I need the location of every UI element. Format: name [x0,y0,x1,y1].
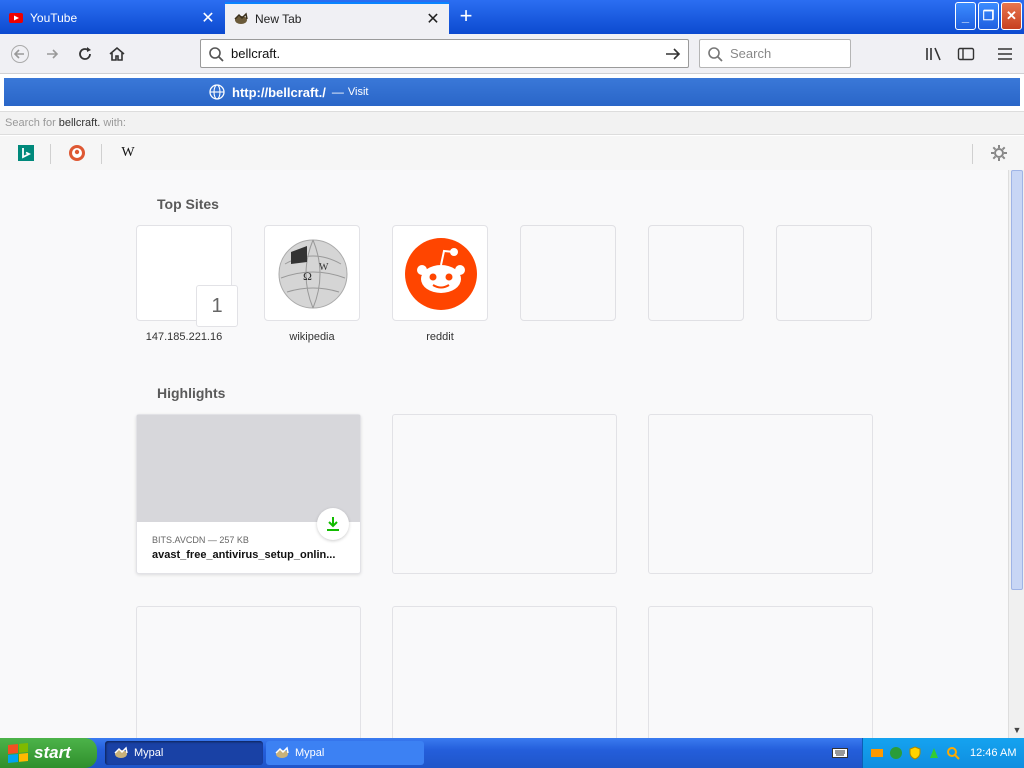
system-tray: 12:46 AM [862,738,1024,768]
empty-tile [776,225,872,321]
search-for-suffix: with: [103,117,126,129]
minimize-button[interactable]: _ [955,2,976,30]
highlights-title: Highlights [157,385,226,401]
suggestion-action: Visit [347,86,369,98]
restore-button[interactable]: ❐ [978,2,999,30]
empty-tile [520,225,616,321]
scrollbar-thumb[interactable] [1011,170,1023,590]
sidebar-icon[interactable] [952,40,980,68]
shield-icon[interactable] [907,745,923,761]
highlight-host: BITS.AVCDN — 257 KB [152,535,249,545]
globe-icon [208,83,226,101]
taskbar: start Mypal Mypal 12:46 AM [0,738,1024,768]
empty-highlight [648,414,873,574]
tab-title: YouTube [30,11,78,25]
reload-icon[interactable] [71,40,99,68]
suggestion-separator: — [331,85,344,99]
close-icon[interactable]: ✕ [423,9,443,29]
taskbar-item[interactable]: Mypal [105,741,263,765]
forward-icon[interactable] [38,40,66,68]
mypal-icon [233,11,249,27]
tile-rank: 1 [196,285,238,327]
empty-highlight [648,606,873,738]
top-sites-title: Top Sites [157,196,219,212]
divider [50,144,51,164]
scroll-down-icon[interactable]: ▼ [1010,722,1024,738]
search-for-row: Search for bellcraft. with: [0,111,1024,135]
search-box[interactable]: Search [699,39,851,68]
autocomplete-popup: http://bellcraft./ — Visit Search for be… [0,75,1024,170]
taskbar-item[interactable]: Mypal [266,741,424,765]
taskbar-item-label: Mypal [295,747,325,759]
back-icon[interactable] [6,40,34,68]
vertical-scrollbar[interactable]: ▼ [1008,170,1024,738]
mypal-icon [113,745,129,761]
globe-icon[interactable] [888,745,904,761]
highlight-card[interactable]: BITS.AVCDN — 257 KB avast_free_antivirus… [136,414,361,574]
tab-title: New Tab [255,12,302,26]
svg-text:W: W [319,262,329,273]
home-icon[interactable] [103,40,131,68]
empty-highlight [392,606,617,738]
empty-tile [648,225,744,321]
tile-label: 147.185.221.16 [145,331,223,343]
highlight-name: avast_free_antivirus_setup_onlin... [152,549,336,561]
start-button[interactable]: start [0,738,97,768]
suggestion-url: http://bellcraft./ [232,84,326,100]
library-icon[interactable] [920,40,948,68]
gear-icon[interactable] [987,142,1011,164]
one-off-search-engines: W [0,136,1024,170]
empty-highlight [392,414,617,574]
menu-icon[interactable] [991,40,1019,68]
tab-strip: YouTube ✕ New Tab ✕ + _ ❐ ✕ [0,0,1024,34]
search-icon [700,46,730,62]
bing-icon[interactable] [14,142,38,164]
duckduckgo-icon[interactable] [65,142,89,164]
window-controls: _ ❐ ✕ [955,2,1022,30]
search-icon [201,46,231,62]
network-icon[interactable] [869,745,885,761]
download-icon [317,508,349,540]
close-window-button[interactable]: ✕ [1001,2,1022,30]
clock: 12:46 AM [970,747,1017,759]
wikipedia-globe-icon: ΩW [277,238,349,313]
tab-new-tab[interactable]: New Tab ✕ [225,2,449,34]
youtube-icon [8,10,24,26]
search-icon[interactable] [945,745,961,761]
tab-youtube[interactable]: YouTube ✕ [0,2,224,34]
wikipedia-icon[interactable]: W [116,142,140,164]
empty-highlight [136,606,361,738]
go-arrow-icon[interactable] [658,46,688,62]
start-label: start [34,743,71,762]
taskbar-item-label: Mypal [134,747,164,759]
reddit-icon [404,237,478,314]
close-icon[interactable]: ✕ [198,8,218,28]
tile-label: reddit [426,331,454,343]
highlight-preview [137,415,360,522]
keyboard-icon[interactable] [832,745,848,761]
security-icon[interactable] [926,745,942,761]
top-site-tile[interactable] [392,225,488,321]
url-input[interactable]: bellcraft. [231,46,658,61]
divider [101,144,102,164]
top-site-tile[interactable]: ΩW [264,225,360,321]
mypal-icon [274,745,290,761]
search-placeholder: Search [730,46,772,61]
top-site-tile[interactable]: 1 [136,225,238,327]
navigation-toolbar: bellcraft. Search [0,34,1024,74]
url-bar[interactable]: bellcraft. [200,39,689,68]
new-tab-button[interactable]: + [453,4,479,30]
tile-label: wikipedia [289,331,335,343]
autocomplete-suggestion[interactable]: http://bellcraft./ — Visit [4,78,1020,106]
search-for-query: bellcraft. [58,117,101,129]
divider [972,144,973,164]
windows-flag-icon [8,742,28,764]
new-tab-page: Top Sites 1 147.185.221.16 ΩW wikipedia … [0,170,1008,738]
search-for-prefix: Search for [5,117,56,129]
svg-text:Ω: Ω [303,269,312,283]
